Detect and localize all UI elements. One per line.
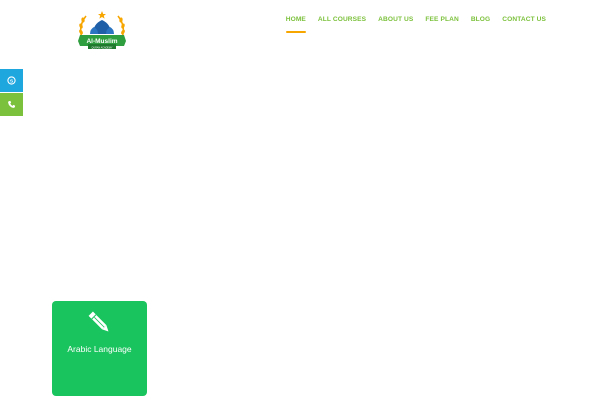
nav-item-about-us[interactable]: ABOUT US: [372, 16, 419, 23]
nav-item-label: HOME: [285, 16, 306, 23]
main-nav: HOME ALL COURSES ABOUT US FEE PLAN BLOG …: [280, 16, 552, 33]
nav-item-all-courses[interactable]: ALL COURSES: [312, 16, 372, 23]
nav-item-label: FEE PLAN: [425, 16, 459, 23]
site-header: Al-Muslim QURAN ACADEMY HOME ALL COURSES…: [0, 0, 600, 60]
nav-item-label: BLOG: [470, 16, 491, 23]
logo-emblem-icon: Al-Muslim QURAN ACADEMY: [78, 11, 126, 49]
nav-item-label: ABOUT US: [378, 16, 414, 23]
phone-icon: [8, 100, 16, 108]
skype-button[interactable]: S: [0, 69, 23, 92]
course-card-label: Arabic Language: [67, 344, 132, 354]
nav-item-label: ALL COURSES: [317, 16, 367, 23]
nav-item-label: CONTACT US: [502, 16, 546, 23]
active-nav-indicator: [285, 31, 306, 33]
logo-subtext: QURAN ACADEMY: [92, 46, 113, 49]
nav-item-fee-plan[interactable]: FEE PLAN: [419, 16, 464, 23]
nav-item-home[interactable]: HOME: [280, 16, 312, 33]
phone-button[interactable]: [0, 93, 23, 116]
skype-icon: S: [7, 76, 16, 85]
pencil-icon: [85, 308, 115, 338]
course-card-arabic-language[interactable]: Arabic Language: [52, 301, 147, 396]
site-logo[interactable]: Al-Muslim QURAN ACADEMY: [74, 10, 130, 50]
nav-item-contact-us[interactable]: CONTACT US: [496, 16, 552, 23]
nav-item-blog[interactable]: BLOG: [465, 16, 496, 23]
logo-text: Al-Muslim: [86, 38, 117, 45]
